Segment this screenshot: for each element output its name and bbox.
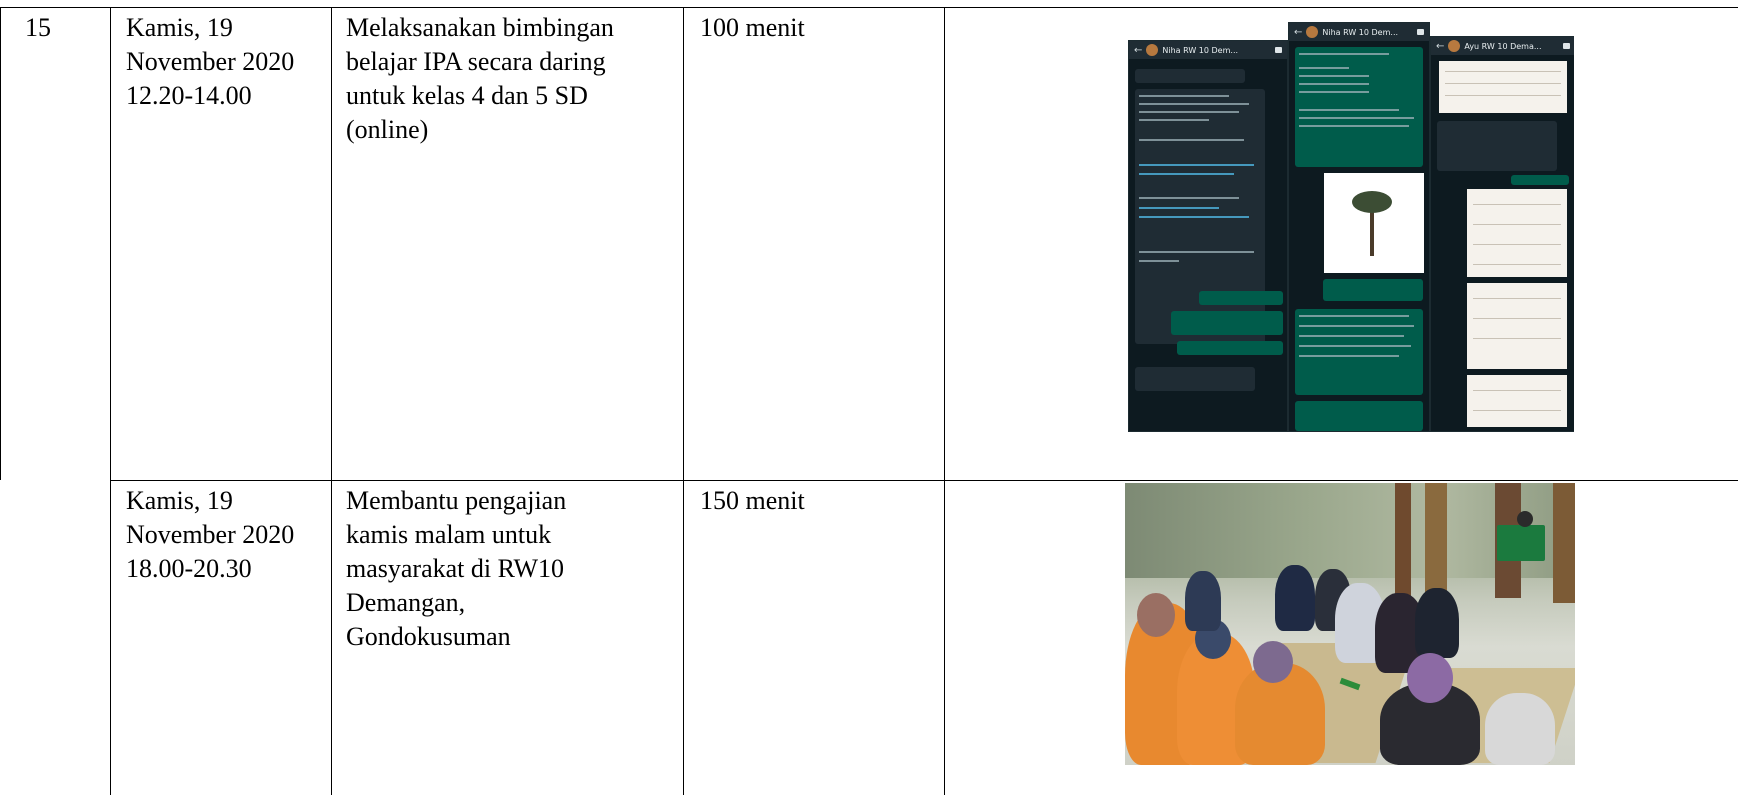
chat-screenshot-collage: ← Niha RW 10 Dem... ← Niha RW 10 Dem... … [1128, 22, 1574, 432]
back-arrow-icon: ← [1294, 26, 1303, 38]
chat-panel-2: ← Niha RW 10 Dem... [1288, 22, 1430, 432]
tree-diagram-image [1324, 173, 1424, 273]
chat-header: ← Niha RW 10 Dem... [1289, 23, 1429, 41]
chat-title: Niha RW 10 Dem... [1322, 27, 1399, 37]
col-border-duration [944, 7, 945, 795]
chat-header: ← Ayu RW 10 Dema... [1431, 37, 1574, 55]
chat-header: ← Niha RW 10 Dem... [1129, 41, 1287, 59]
chat-panel-3: ← Ayu RW 10 Dema... [1430, 36, 1574, 432]
chat-panel-1: ← Niha RW 10 Dem... [1128, 40, 1288, 432]
video-call-icon [1417, 29, 1424, 35]
table-top-border [0, 7, 1738, 8]
back-arrow-icon: ← [1134, 44, 1143, 56]
back-arrow-icon: ← [1436, 40, 1445, 52]
chat-title: Niha RW 10 Dem... [1162, 45, 1239, 55]
chat-title: Ayu RW 10 Dema... [1464, 41, 1542, 51]
video-call-icon [1275, 47, 1282, 53]
mosque-gathering-photo [1125, 483, 1575, 765]
avatar [1306, 26, 1319, 38]
row1-activity: Melaksanakan bimbingan belajar IPA secar… [346, 13, 614, 144]
video-call-icon [1563, 43, 1570, 49]
avatar [1146, 44, 1159, 56]
row-number: 15 [25, 13, 51, 42]
row2-date: Kamis, 19 November 2020 18.00-20.30 [126, 486, 295, 583]
col-border-left [0, 7, 1, 480]
col-border-activity [683, 7, 684, 795]
row-divider [110, 480, 1738, 481]
row1-date: Kamis, 19 November 2020 12.20-14.00 [126, 13, 295, 110]
avatar [1448, 40, 1461, 52]
row2-activity: Membantu pengajian kamis malam untuk mas… [346, 486, 567, 651]
col-border-date [331, 7, 332, 795]
col-border-number [110, 7, 111, 795]
row2-duration: 150 menit [700, 486, 805, 515]
row1-duration: 100 menit [700, 13, 805, 42]
